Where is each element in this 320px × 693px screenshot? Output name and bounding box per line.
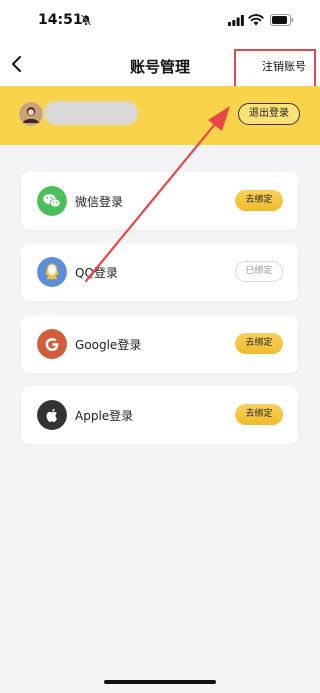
login-card-wechat: 微信登录 去绑定 — [21, 172, 298, 230]
login-label-apple: Apple登录 — [75, 409, 134, 423]
avatar — [19, 102, 43, 126]
bound-qq-button[interactable]: 已绑定 — [235, 261, 283, 282]
qq-icon — [37, 257, 67, 287]
login-label-qq: QQ登录 — [75, 266, 118, 280]
user-avatar-icon — [19, 102, 43, 126]
login-card-apple: Apple登录 去绑定 — [21, 386, 298, 444]
status-time: 14:51 — [38, 12, 83, 28]
home-indicator — [104, 680, 216, 684]
bell-off-icon — [80, 14, 92, 26]
bind-wechat-button[interactable]: 去绑定 — [235, 190, 283, 211]
login-card-qq: QQ登录 已绑定 — [21, 243, 298, 301]
logout-button[interactable]: 退出登录 — [238, 103, 300, 125]
signal-icon — [228, 15, 244, 26]
username-redacted — [44, 101, 138, 125]
bind-google-button[interactable]: 去绑定 — [235, 333, 283, 354]
login-card-google: Google登录 去绑定 — [21, 315, 298, 373]
status-bar: 14:51 — [0, 0, 320, 44]
battery-icon — [270, 14, 294, 26]
google-icon — [37, 329, 67, 359]
login-label-google: Google登录 — [75, 338, 142, 352]
wifi-icon — [248, 14, 264, 26]
bind-apple-button[interactable]: 去绑定 — [235, 404, 283, 425]
login-label-wechat: 微信登录 — [75, 195, 124, 209]
apple-icon — [37, 400, 67, 430]
wechat-icon — [37, 186, 67, 216]
